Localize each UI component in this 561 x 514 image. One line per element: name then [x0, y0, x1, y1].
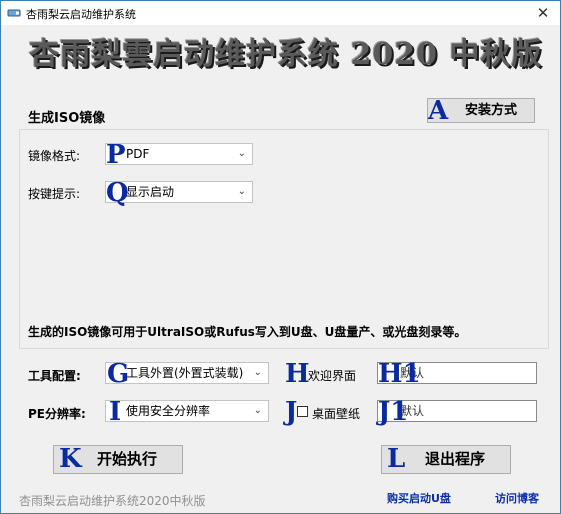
wallpaper-badge: J [285, 397, 298, 427]
visit-blog-link[interactable]: 访问博客 [495, 490, 539, 506]
key-hint-label: 按键提示: [28, 187, 81, 201]
format-badge: P [106, 140, 126, 170]
image-format-select[interactable]: PDF ⌄ [105, 143, 253, 165]
chevron-down-icon: ⌄ [237, 148, 246, 159]
buy-usb-link[interactable]: 购买启动U盘 [387, 490, 451, 506]
pe-resolution-label: PE分辨率: [28, 407, 86, 421]
pe-resolution-badge: I [109, 397, 122, 427]
exit-button-label: 退出程序 [424, 450, 485, 468]
key-hint-value: 显示启动 [126, 185, 175, 199]
chevron-down-icon: ⌄ [253, 405, 262, 416]
install-method-label: 安装方式 [464, 103, 517, 118]
iso-settings-panel [19, 129, 549, 349]
usb-drive-icon [7, 9, 21, 17]
tool-config-label: 工具配置: [28, 369, 81, 383]
image-format-value: PDF [126, 147, 150, 161]
pe-resolution-select[interactable]: 使用安全分辨率 ⌄ [105, 400, 269, 422]
start-button-label: 开始执行 [96, 450, 157, 468]
wallpaper-checkbox[interactable] [297, 406, 308, 417]
app-banner: 杏雨梨雲启动维护系统 2020 中秋版 [29, 37, 543, 72]
footer-app-title: 杏雨梨云启动维护系统2020中秋版 [19, 494, 206, 508]
welcome-badge: H [285, 359, 310, 389]
image-format-label: 镜像格式: [28, 149, 81, 163]
wallpaper-label: 桌面壁纸 [312, 407, 361, 421]
welcome-input-badge: H1 [378, 359, 421, 389]
tool-config-badge: G [107, 359, 130, 389]
welcome-label: 欢迎界面 [308, 369, 357, 383]
close-button[interactable]: ✕ [526, 1, 560, 25]
key-hint-badge: Q [106, 178, 129, 208]
close-icon: ✕ [536, 4, 550, 22]
pe-resolution-value: 使用安全分辨率 [126, 404, 211, 418]
title-bar[interactable]: 杏雨梨云启动维护系统 ✕ [1, 1, 560, 25]
main-window: 杏雨梨云启动维护系统 ✕ 杏雨梨雲启动维护系统 2020 中秋版 生成ISO镜像… [0, 0, 561, 514]
install-badge: A [428, 96, 449, 126]
tool-config-select[interactable]: 工具外置(外置式装载) ⌄ [105, 362, 269, 384]
exit-badge: L [387, 444, 406, 474]
chevron-down-icon: ⌄ [237, 186, 246, 197]
start-badge: K [59, 444, 82, 474]
iso-section-title: 生成ISO镜像 [28, 111, 106, 126]
tool-config-value: 工具外置(外置式装载) [126, 366, 244, 380]
iso-info-text: 生成的ISO镜像可用于UltraISO或Rufus写入到U盘、U盘量产、或光盘刻… [28, 325, 467, 339]
window-title: 杏雨梨云启动维护系统 [26, 8, 136, 21]
wallpaper-input-badge: J1 [378, 397, 409, 427]
chevron-down-icon: ⌄ [253, 367, 262, 378]
